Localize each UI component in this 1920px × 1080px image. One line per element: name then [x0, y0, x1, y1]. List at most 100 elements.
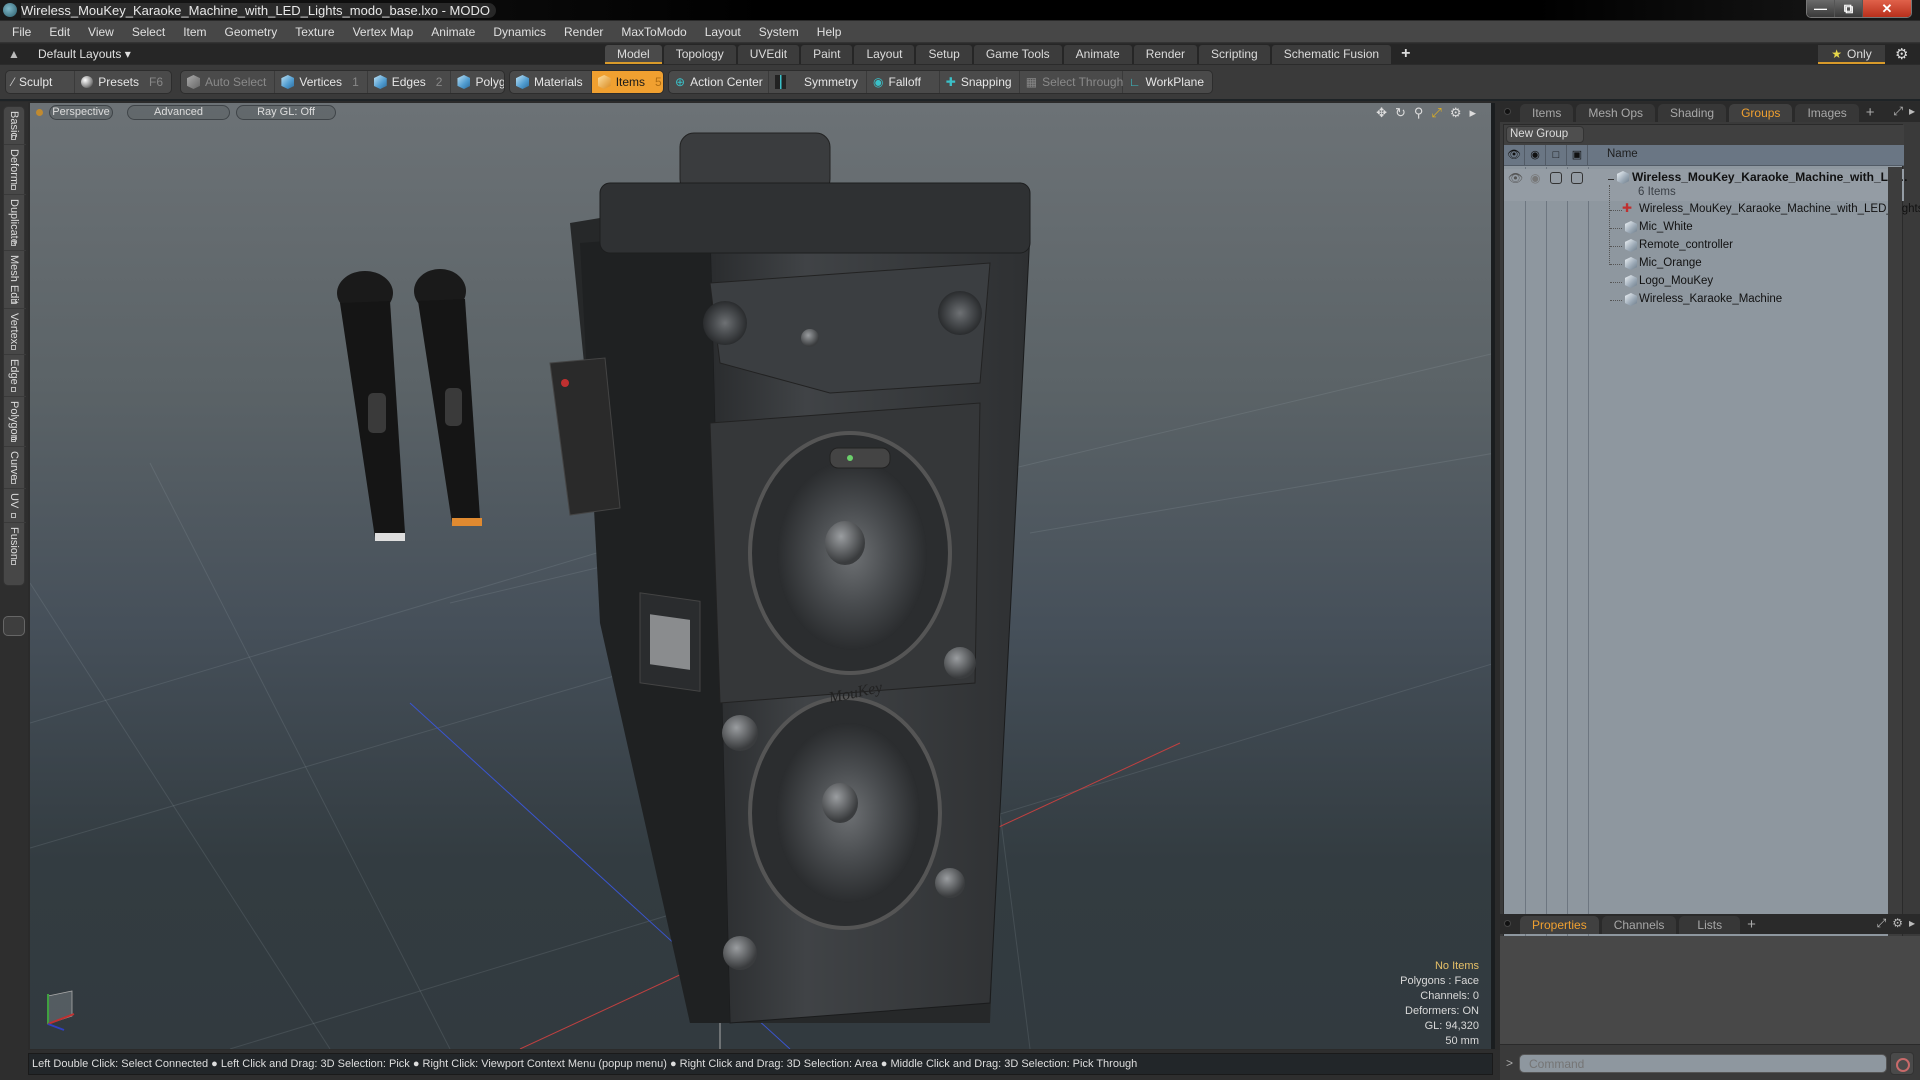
menu-select[interactable]: Select [132, 25, 165, 39]
microphones-and-remote[interactable] [330, 263, 650, 583]
raygl-button[interactable]: Ray GL: Off [236, 105, 336, 120]
minimize-button[interactable]: — [1807, 0, 1835, 17]
menu-item[interactable]: Item [183, 25, 206, 39]
tab-animate[interactable]: Animate [1063, 45, 1132, 64]
lock-cube-icon[interactable]: □ [1546, 145, 1567, 166]
menu-geometry[interactable]: Geometry [225, 25, 278, 39]
vtab-vertex[interactable]: Vertex [4, 309, 26, 355]
collapse-toggle[interactable] [1608, 179, 1614, 180]
menu-help[interactable]: Help [817, 25, 842, 39]
vtab-duplicate[interactable]: Duplicate [4, 195, 26, 251]
karaoke-machine-model[interactable]: MouKey [570, 123, 1090, 1043]
visibility-eye-icon[interactable]: 👁 [1508, 171, 1523, 185]
default-layouts-dropdown[interactable]: Default Layouts ▾ [38, 47, 131, 61]
tab-model[interactable]: Model [605, 45, 662, 64]
only-button[interactable]: ★ Only [1818, 45, 1885, 64]
groups-scrollbar[interactable] [1888, 167, 1902, 999]
perspective-button[interactable]: Perspective [49, 105, 113, 120]
snapping-button[interactable]: ✚ Snapping [940, 71, 1020, 93]
rotate-icon[interactable]: ↻ [1395, 105, 1406, 121]
vtab-fusion[interactable]: Fusion [4, 523, 26, 569]
group-child-row[interactable]: Logo_MouKey [1504, 273, 1904, 291]
viewport-indicator-dot[interactable] [36, 109, 43, 116]
menu-file[interactable]: File [12, 25, 31, 39]
layout-up-arrow-icon[interactable]: ▲ [8, 47, 20, 61]
tab-mesh-ops[interactable]: Mesh Ops [1576, 104, 1656, 122]
menu-system[interactable]: System [759, 25, 799, 39]
tab-paint[interactable]: Paint [801, 45, 853, 64]
add-bottom-tab-button[interactable]: + [1743, 916, 1760, 934]
viewport-menu-arrow-icon[interactable]: ▸ [1469, 105, 1476, 121]
action-center-button[interactable]: ⊕ Action Center [669, 71, 769, 93]
render-icon[interactable]: ◉ [1530, 171, 1540, 185]
maximize-button[interactable]: ⧉ [1835, 0, 1863, 17]
sculpt-button[interactable]: ⁄ Sculpt [6, 71, 76, 93]
group-child-row[interactable]: Remote_controller [1504, 237, 1904, 255]
menu-animate[interactable]: Animate [431, 25, 475, 39]
close-button[interactable]: ✕ [1863, 0, 1911, 17]
select-cube-icon[interactable]: ▣ [1567, 145, 1588, 166]
tab-game-tools[interactable]: Game Tools [973, 45, 1062, 64]
sidebar-extra-button[interactable] [3, 616, 25, 636]
vtab-mesh-edit[interactable]: Mesh Edit [4, 251, 26, 309]
tab-layout[interactable]: Layout [854, 45, 915, 64]
workplane-button[interactable]: ∟ WorkPlane [1123, 71, 1212, 93]
tab-scripting[interactable]: Scripting [1199, 45, 1270, 64]
vtab-deform[interactable]: Deform [4, 145, 26, 195]
render-camera-icon[interactable]: ◉ [1525, 145, 1546, 166]
select-through-button[interactable]: ▦ Select Through [1020, 71, 1123, 93]
tab-properties[interactable]: Properties [1520, 916, 1599, 934]
new-group-button[interactable]: New Group [1506, 126, 1584, 143]
tab-shading[interactable]: Shading [1658, 104, 1727, 122]
tab-uvedit[interactable]: UVEdit [737, 45, 800, 64]
select-toggle[interactable] [1571, 172, 1583, 184]
menu-edit[interactable]: Edit [49, 25, 70, 39]
expand-panel-icon[interactable]: ⤢ [1893, 104, 1903, 119]
tab-lists[interactable]: Lists [1679, 916, 1741, 934]
panel-dot-icon[interactable] [1504, 920, 1511, 927]
presets-button[interactable]: Presets F6 [75, 71, 171, 93]
vtab-polygon[interactable]: Polygon [4, 397, 26, 447]
tab-setup[interactable]: Setup [916, 45, 972, 64]
panel-dot-icon[interactable] [1504, 108, 1511, 115]
add-tab-button[interactable]: + [1393, 45, 1418, 64]
pan-icon[interactable]: ✥ [1376, 105, 1387, 121]
panel-gear-icon[interactable]: ⚙ [1892, 916, 1903, 931]
name-column-header[interactable]: Name [1607, 148, 1638, 160]
falloff-button[interactable]: ◉ Falloff [867, 71, 940, 93]
3d-viewport[interactable]: MouKey Perspective Advanced Ray GL: Off … [30, 103, 1495, 1049]
group-child-row[interactable]: Wireless_Karaoke_Machine [1504, 291, 1904, 309]
command-input[interactable] [1519, 1054, 1887, 1073]
lock-toggle[interactable] [1550, 172, 1562, 184]
group-child-row[interactable]: Mic_Orange [1504, 255, 1904, 273]
vtab-edge[interactable]: Edge [4, 355, 26, 397]
panel-menu-arrow-icon[interactable]: ▸ [1909, 916, 1915, 931]
menu-texture[interactable]: Texture [295, 25, 334, 39]
menu-maxtomodo[interactable]: MaxToModo [621, 25, 686, 39]
auto-select-button[interactable]: Auto Select [181, 71, 276, 93]
group-row[interactable]: 👁 ◉ Wireless_MouKey_Karaoke_Machine_with… [1504, 169, 1908, 201]
vtab-basic[interactable]: Basic [4, 107, 26, 145]
group-child-row[interactable]: ✚ Wireless_MouKey_Karaoke_Machine_with_L… [1504, 201, 1920, 219]
gear-icon[interactable]: ⚙ [1895, 45, 1908, 63]
tab-render[interactable]: Render [1133, 45, 1198, 64]
visibility-eye-icon[interactable]: 👁 [1504, 145, 1525, 166]
menu-render[interactable]: Render [564, 25, 603, 39]
tab-schematic-fusion[interactable]: Schematic Fusion [1271, 45, 1392, 64]
maximize-viewport-icon[interactable]: ⤢ [1431, 105, 1441, 121]
menu-layout[interactable]: Layout [705, 25, 741, 39]
tab-items[interactable]: Items [1520, 104, 1574, 122]
edges-button[interactable]: Edges 2 [368, 71, 452, 93]
tab-images[interactable]: Images [1795, 104, 1859, 122]
zoom-icon[interactable]: ⚲ [1414, 105, 1424, 121]
items-button[interactable]: Items 5 [591, 71, 663, 93]
menu-vertex-map[interactable]: Vertex Map [353, 25, 414, 39]
record-macro-button[interactable] [1890, 1052, 1914, 1075]
add-panel-tab-button[interactable]: + [1862, 104, 1879, 122]
menu-dynamics[interactable]: Dynamics [493, 25, 546, 39]
viewport-gear-icon[interactable]: ⚙ [1450, 105, 1462, 121]
vertices-button[interactable]: Vertices 1 [275, 71, 368, 93]
panel-menu-arrow-icon[interactable]: ▸ [1909, 104, 1915, 119]
tab-groups[interactable]: Groups [1729, 104, 1793, 122]
materials-button[interactable]: Materials [510, 71, 592, 93]
